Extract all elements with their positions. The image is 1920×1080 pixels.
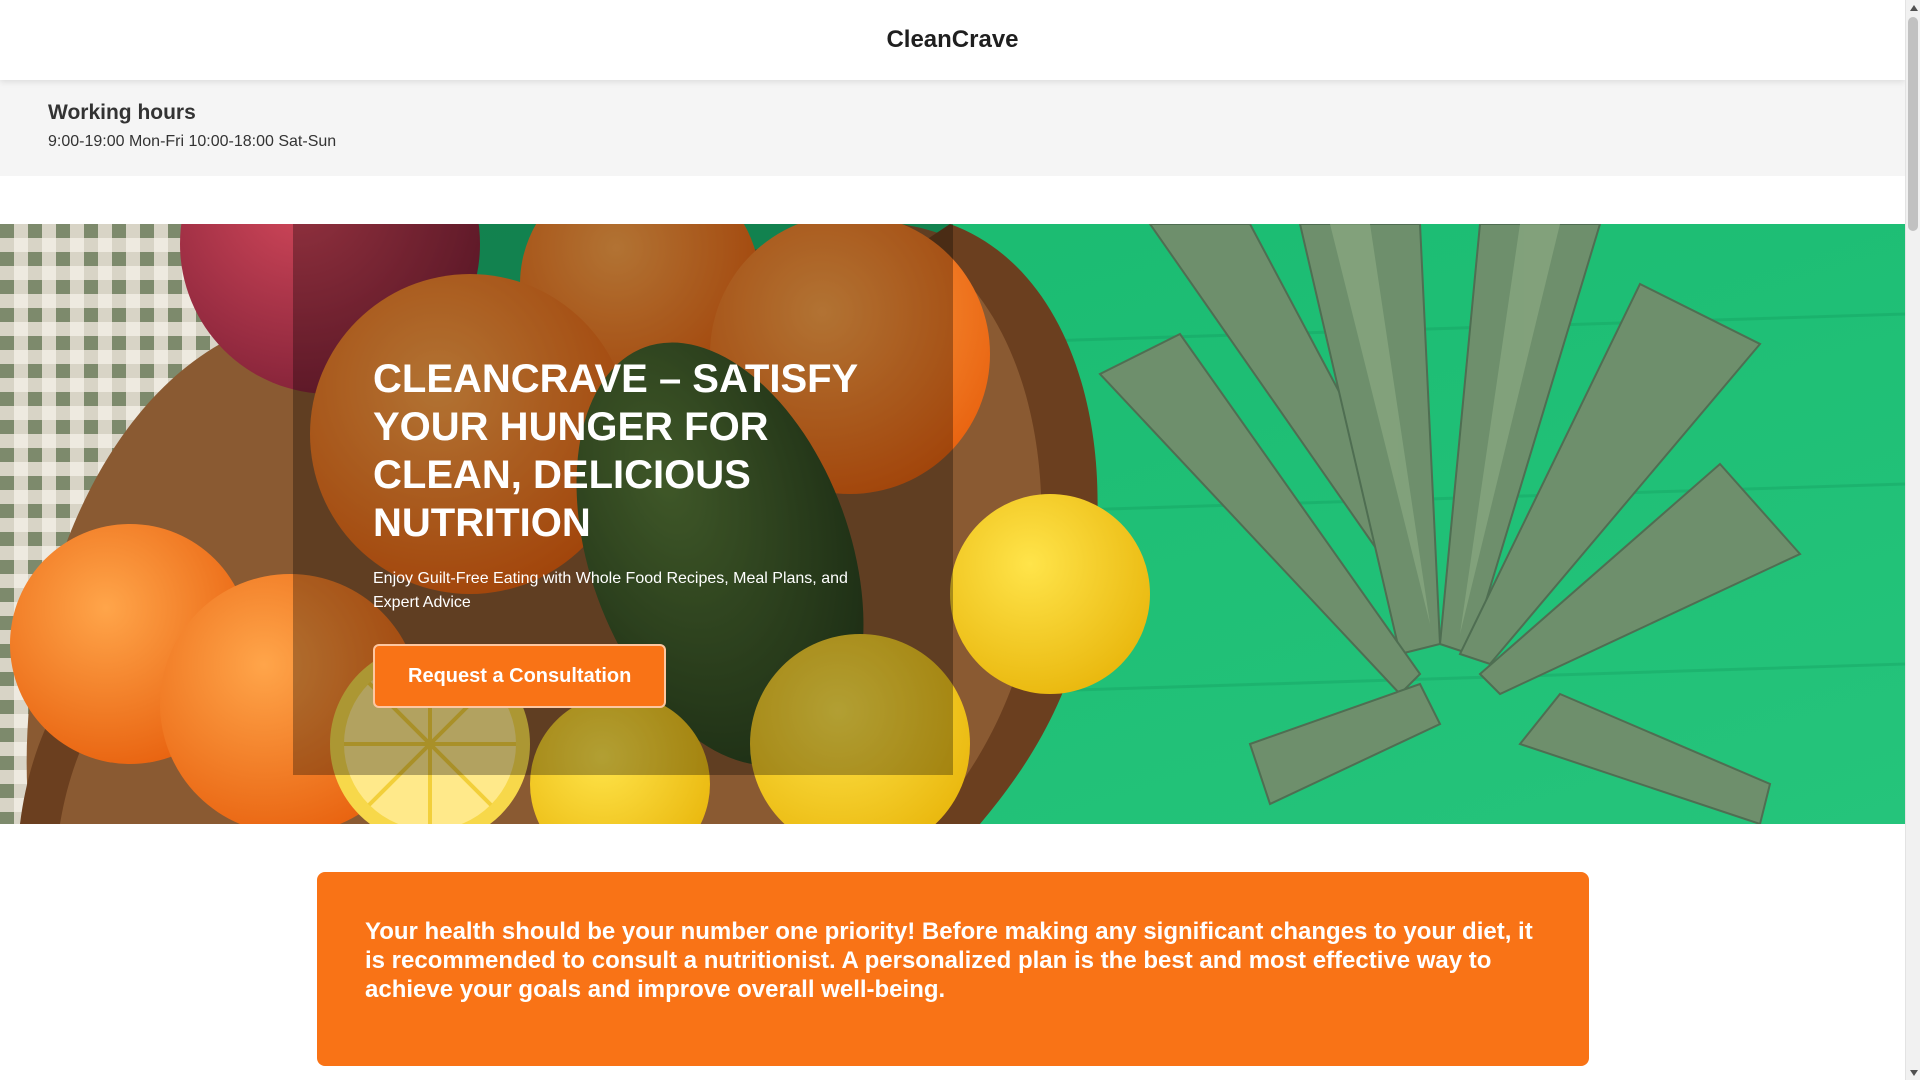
- page: CleanCrave Working hours 9:00-19:00 Mon-…: [0, 0, 1905, 1080]
- scroll-up-arrow-icon[interactable]: [1906, 0, 1920, 15]
- page-scrollbar[interactable]: [1905, 0, 1920, 1080]
- scroll-down-arrow-icon[interactable]: [1906, 1065, 1920, 1080]
- request-consultation-button[interactable]: Request a Consultation: [373, 644, 667, 708]
- hero-title: CLEANCRAVE – SATISFY YOUR HUNGER FOR CLE…: [373, 357, 858, 545]
- brand-logo-link[interactable]: CleanCrave: [886, 26, 1018, 54]
- working-hours-section: Working hours 9:00-19:00 Mon-Fri 10:00-1…: [0, 80, 1905, 176]
- hero-section: CLEANCRAVE – SATISFY YOUR HUNGER FOR CLE…: [0, 224, 1905, 824]
- scrollbar-thumb[interactable]: [1908, 17, 1918, 231]
- health-notice-text: Your health should be your number one pr…: [365, 918, 1533, 1003]
- working-hours-title: Working hours: [48, 101, 196, 124]
- site-header: CleanCrave: [0, 0, 1905, 80]
- health-notice-banner: Your health should be your number one pr…: [317, 872, 1589, 1066]
- hero-content: CLEANCRAVE – SATISFY YOUR HUNGER FOR CLE…: [373, 355, 893, 708]
- hero-subtitle: Enjoy Guilt-Free Eating with Whole Food …: [373, 570, 848, 611]
- working-hours-text: 9:00-19:00 Mon-Fri 10:00-18:00 Sat-Sun: [48, 133, 337, 150]
